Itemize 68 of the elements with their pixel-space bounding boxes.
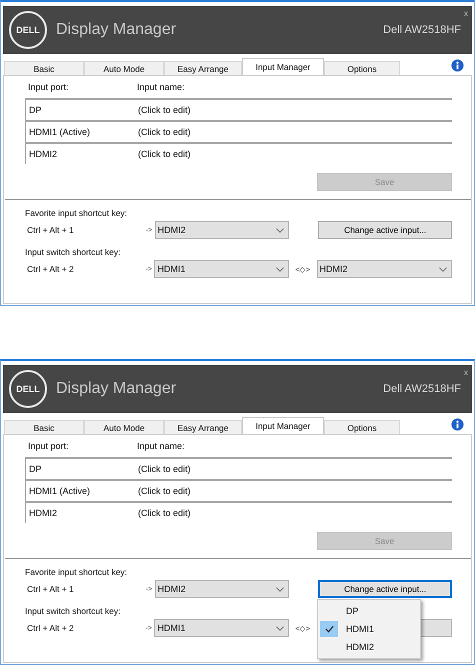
window-title: Display Manager xyxy=(56,21,178,39)
dropdown[interactable]: HDMI2 xyxy=(154,221,290,239)
tab[interactable]: Input Manager xyxy=(242,417,324,434)
shortcut-keys: Ctrl + Alt + 1 xyxy=(25,584,146,594)
window-title: Display Manager xyxy=(56,380,178,398)
tab[interactable]: Easy Arrange xyxy=(164,61,242,75)
input-name: (Click to edit) xyxy=(138,105,191,115)
tab[interactable]: Basic xyxy=(4,420,84,434)
section-label: Input switch shortcut key: xyxy=(25,247,120,257)
port-label: HDMI1 (Active) xyxy=(29,486,92,496)
close-button[interactable]: x xyxy=(464,368,468,377)
chevron-icon xyxy=(438,266,447,272)
port-label: DP xyxy=(29,105,43,115)
close-button[interactable]: x xyxy=(464,9,468,18)
tab[interactable]: Easy Arrange xyxy=(164,420,242,434)
input-name: (Click to edit) xyxy=(138,464,191,474)
input-name: (Click to edit) xyxy=(138,149,191,159)
dropdown[interactable]: HDMI2 xyxy=(154,580,290,598)
tab[interactable]: Basic xyxy=(4,61,84,75)
menu-item-label: DP xyxy=(346,606,359,616)
chevron-icon xyxy=(276,586,284,592)
port-label: HDMI2 xyxy=(29,508,58,518)
column-header: Input port: xyxy=(28,82,70,92)
info-icon[interactable] xyxy=(451,59,464,72)
input-row[interactable]: HDMI2 (Click to edit) xyxy=(25,501,452,523)
menu-item[interactable]: HDMI2 xyxy=(318,638,420,656)
input-name: (Click to edit) xyxy=(138,127,191,137)
input-row[interactable]: HDMI2 (Click to edit) xyxy=(25,142,452,164)
shortcut-keys: Ctrl + Alt + 2 xyxy=(25,623,146,633)
input-row[interactable]: DP (Click to edit) xyxy=(25,98,452,120)
change-input-button[interactable]: Change active input... xyxy=(318,221,452,239)
chevron-icon xyxy=(276,228,284,232)
chevron-icon xyxy=(276,626,284,630)
dropdown[interactable]: HDMI1 xyxy=(154,260,289,278)
tab[interactable]: Input Manager xyxy=(242,58,324,75)
tab[interactable]: Options xyxy=(324,61,400,75)
port-label: DP xyxy=(29,464,43,474)
column-header: Input port: xyxy=(28,441,70,451)
input-name: (Click to edit) xyxy=(138,486,191,496)
tab[interactable]: Options xyxy=(324,420,400,434)
menu-item-label: HDMI1 xyxy=(346,624,374,634)
section-label: Favorite input shortcut key: xyxy=(25,208,128,218)
chevron-icon xyxy=(276,266,284,272)
logo: DELL xyxy=(9,370,47,408)
menu-item[interactable]: DP xyxy=(318,602,420,620)
port-label: HDMI2 xyxy=(29,149,58,159)
shortcut-keys: Ctrl + Alt + 1 xyxy=(25,225,146,235)
monitor-name: Dell AW2518HF xyxy=(383,383,461,395)
menu-item-label: HDMI2 xyxy=(346,642,374,652)
tab[interactable]: Auto Mode xyxy=(84,61,164,75)
menu-item[interactable]: HDMI1 xyxy=(318,620,420,638)
input-row[interactable]: HDMI1 (Active) (Click to edit) xyxy=(25,479,452,501)
monitor-name: Dell AW2518HF xyxy=(383,24,461,36)
section-label: Input switch shortcut key: xyxy=(25,606,120,616)
dropdown[interactable]: HDMI2 xyxy=(316,260,452,278)
shortcut-keys: Ctrl + Alt + 2 xyxy=(25,264,146,274)
dropdown[interactable]: HDMI1 xyxy=(154,619,289,637)
input-name: (Click to edit) xyxy=(138,508,191,518)
logo: DELL xyxy=(9,11,47,49)
change-input-button[interactable]: Change active input... xyxy=(318,580,452,598)
input-row[interactable]: DP (Click to edit) xyxy=(25,457,452,479)
tab[interactable]: Auto Mode xyxy=(84,420,164,434)
section-label: Favorite input shortcut key: xyxy=(25,567,128,577)
column-header: Input name: xyxy=(137,82,185,92)
column-header: Input name: xyxy=(137,441,185,451)
port-label: HDMI1 (Active) xyxy=(29,127,92,137)
input-row[interactable]: HDMI1 (Active) (Click to edit) xyxy=(25,120,452,142)
info-icon[interactable] xyxy=(451,418,464,431)
